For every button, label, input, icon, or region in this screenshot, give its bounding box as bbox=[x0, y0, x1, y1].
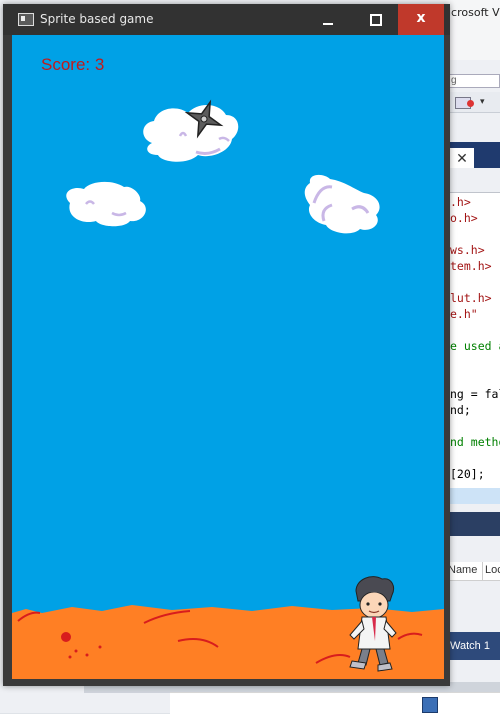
title-bar[interactable]: Sprite based game x bbox=[3, 4, 450, 35]
taskbar-app-icon[interactable] bbox=[422, 697, 438, 713]
column-name[interactable]: Name bbox=[448, 564, 477, 576]
ide-bottom-area bbox=[170, 692, 500, 714]
watch-tab-label: Watch 1 bbox=[450, 640, 490, 652]
dropdown-arrow-icon[interactable]: ▾ bbox=[480, 96, 485, 107]
window-title: Sprite based game bbox=[40, 12, 154, 26]
code-line: ws.h> bbox=[450, 243, 485, 257]
ide-combo-box[interactable]: g bbox=[448, 74, 500, 88]
column-location[interactable]: Loc bbox=[485, 564, 500, 576]
record-icon[interactable] bbox=[455, 97, 474, 109]
code-line: nd metho bbox=[450, 435, 500, 449]
code-editor[interactable]: .h> o.h> ws.h> tem.h> lut.h> e.h" e used… bbox=[446, 192, 500, 489]
game-scene bbox=[12, 99, 444, 679]
ide-toolbar: ▾ bbox=[446, 92, 500, 113]
minimize-icon bbox=[323, 23, 333, 25]
code-line: ng = fal bbox=[450, 387, 500, 401]
minimize-button[interactable] bbox=[305, 4, 351, 35]
app-window-icon[interactable] bbox=[18, 13, 34, 26]
ide-horizontal-scrollbar[interactable] bbox=[446, 488, 500, 504]
maximize-icon bbox=[370, 14, 382, 26]
close-button[interactable]: x bbox=[398, 4, 444, 35]
cloud bbox=[66, 181, 146, 227]
code-line: .h> bbox=[450, 195, 471, 209]
watch-column-headers: Name Loc bbox=[446, 562, 500, 581]
cloud bbox=[304, 174, 380, 234]
game-canvas[interactable]: Score: 3 bbox=[12, 35, 444, 679]
code-line: e.h" bbox=[450, 307, 478, 321]
code-line: [20]; bbox=[450, 467, 485, 481]
column-divider bbox=[482, 562, 483, 580]
code-line: lut.h> bbox=[450, 291, 492, 305]
game-window: Sprite based game x Score: 3 bbox=[3, 4, 450, 686]
code-line: e used a bbox=[450, 339, 500, 353]
code-line: o.h> bbox=[450, 211, 478, 225]
tab-close-icon[interactable]: ✕ bbox=[450, 148, 474, 168]
maximize-button[interactable] bbox=[352, 4, 398, 35]
code-line: tem.h> bbox=[450, 259, 492, 273]
ide-panel-header bbox=[446, 512, 500, 536]
score-label: Score: 3 bbox=[41, 55, 105, 74]
ide-title-text: icrosoft V bbox=[448, 6, 500, 19]
close-icon: x bbox=[416, 10, 426, 26]
code-line: nd; bbox=[450, 403, 471, 417]
